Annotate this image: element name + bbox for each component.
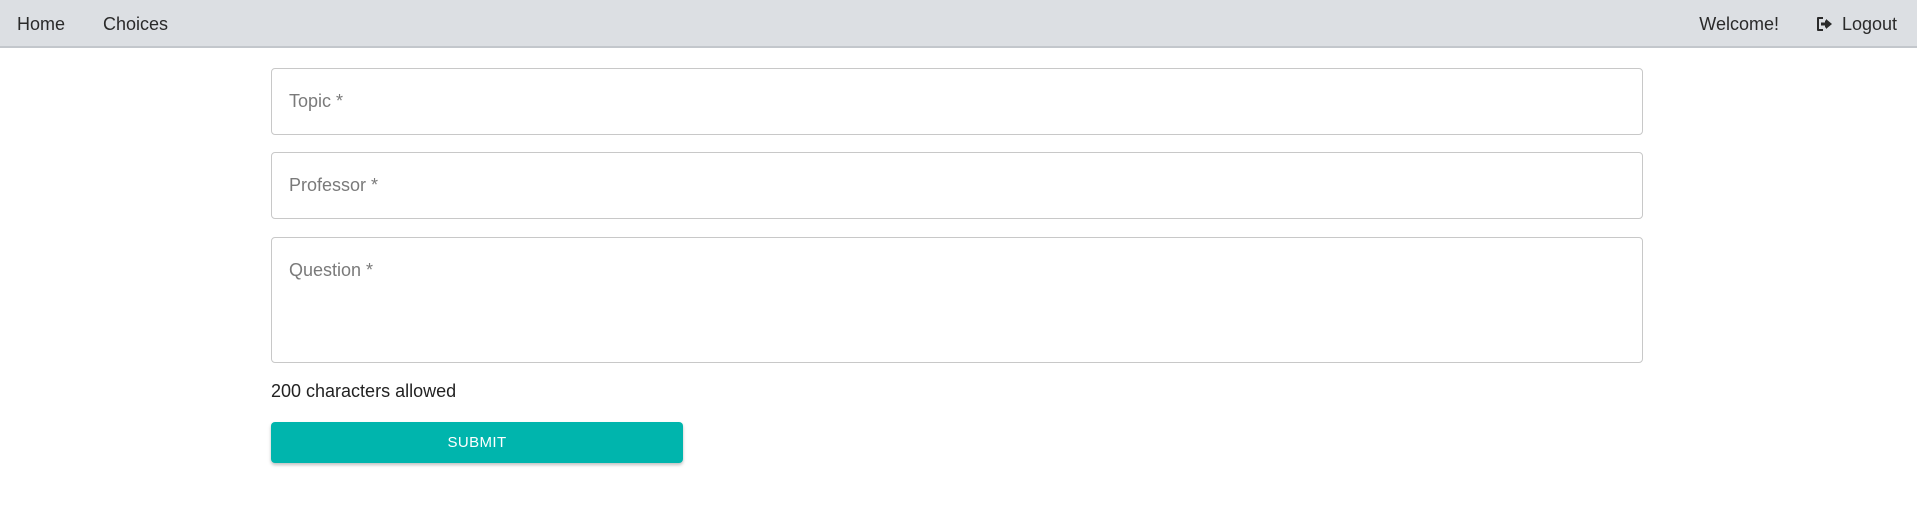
logout-link[interactable]: Logout (1816, 0, 1897, 48)
top-navbar: Home Choices Welcome! Logout (0, 0, 1917, 48)
question-label: Question * (289, 260, 374, 280)
professor-label: Professor * (289, 175, 379, 195)
logout-label: Logout (1841, 14, 1897, 34)
topic-label: Topic * (289, 91, 344, 111)
professor-input[interactable]: Professor * (271, 152, 1643, 219)
character-limit-note: 200 characters allowed (271, 381, 457, 401)
sign-out-icon (1816, 16, 1834, 32)
nav-choices-link[interactable]: Choices (103, 0, 168, 48)
welcome-text: Welcome! (1699, 14, 1779, 34)
topic-input[interactable]: Topic * (271, 68, 1643, 135)
nav-home-link[interactable]: Home (17, 0, 65, 48)
question-textarea[interactable]: Question * (271, 237, 1643, 363)
submit-button[interactable]: SUBMIT (271, 422, 683, 463)
